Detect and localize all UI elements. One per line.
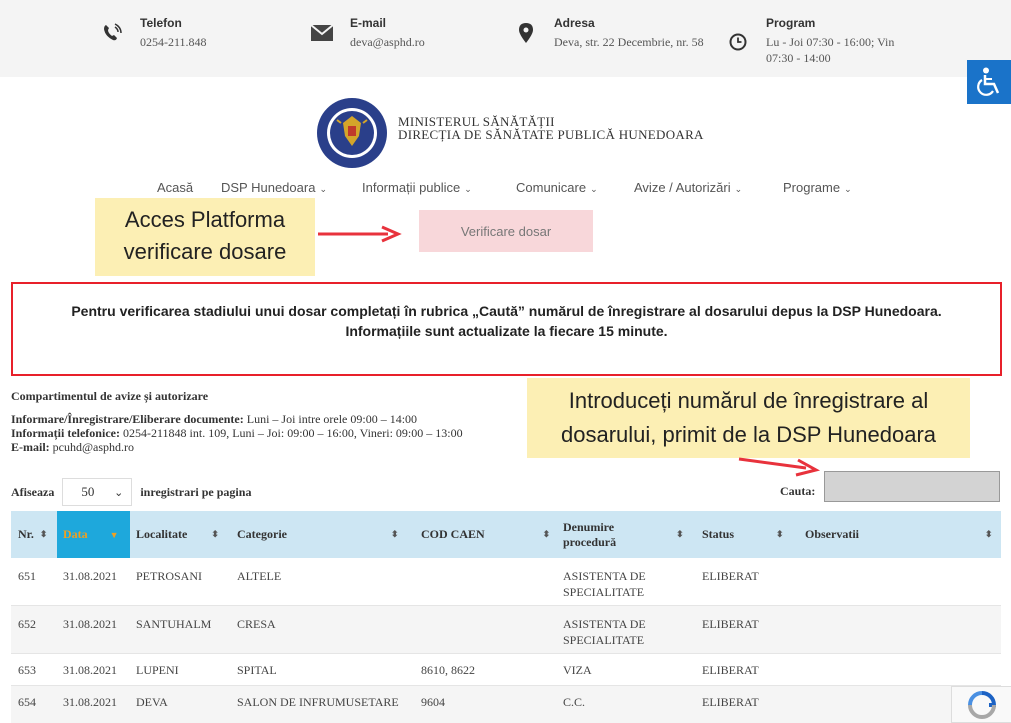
schedule-line2: 07:30 - 14:00 <box>766 51 831 65</box>
ministry-line2: DIRECȚIA DE SĂNĂTATE PUBLICĂ HUNEDOARA <box>398 127 704 142</box>
table-row[interactable]: 654 31.08.2021 DEVA SALON DE INFRUMUSETA… <box>11 686 1001 723</box>
sort-icon: ⬍ <box>542 529 551 539</box>
ministry-name: MINISTERUL SĂNĂTĂȚII DIRECȚIA DE SĂNĂTAT… <box>398 115 704 141</box>
schedule-title: Program <box>766 16 816 30</box>
nav-item-dsp-hunedoara[interactable]: DSP Hunedoara ⌄ <box>221 180 327 195</box>
arrow-right-icon <box>318 225 402 243</box>
contact-schedule: Program Lu - Joi 07:30 - 16:00; Vin 07:3… <box>724 16 894 66</box>
schedule-line1: Lu - Joi 07:30 - 16:00; Vin <box>766 35 895 49</box>
table-row[interactable]: 652 31.08.2021 SANTUHALM CRESA ASISTENTA… <box>11 606 1001 654</box>
address-value: Deva, str. 22 Decembrie, nr. 58 <box>554 35 704 49</box>
search-label: Cauta: <box>780 484 816 498</box>
callout-enter-number: Introduceți numărul de înregistrare al d… <box>527 378 970 458</box>
sort-icon: ⬍ <box>776 529 784 539</box>
th-data[interactable]: Data ▼ <box>57 511 130 558</box>
table-header: Nr. ⬍ Data ▼ Localitate ⬍ Categorie ⬍ COD CA… <box>11 511 1001 558</box>
chevron-down-icon: ⌄ <box>114 486 124 499</box>
search-input[interactable] <box>824 471 1000 502</box>
section-title: Compartimentul de avize și autorizare <box>11 389 209 403</box>
notice-box: Pentru verificarea stadiului unui dosar … <box>11 282 1002 376</box>
email-value[interactable]: deva@asphd.ro <box>350 34 425 50</box>
notice-line1: Pentru verificarea stadiului unui dosar … <box>71 303 942 319</box>
chevron-down-icon: ⌄ <box>319 184 327 194</box>
notice-line2: Informațiile sunt actualizate la fiecare… <box>345 323 668 339</box>
contact-bar: Telefon 0254-211.848 E-mail deva@asphd.r… <box>0 0 1011 77</box>
contact-email: E-mail deva@asphd.ro <box>308 16 425 50</box>
sort-icon: ⬍ <box>39 529 48 539</box>
chevron-down-icon: ⌄ <box>844 184 852 194</box>
contact-phone: Telefon 0254-211.848 <box>98 16 207 50</box>
accessibility-button[interactable] <box>967 60 1011 104</box>
wheelchair-icon <box>977 67 1000 96</box>
table-row[interactable]: 651 31.08.2021 PETROSANI ALTELE ASISTENT… <box>11 558 1001 606</box>
sort-icon: ⬍ <box>676 529 684 539</box>
th-denumire-procedura[interactable]: Denumire procedură ⬍ <box>563 511 684 558</box>
table-row[interactable]: 653 31.08.2021 LUPENI SPITAL 8610, 8622 … <box>11 654 1001 686</box>
chevron-down-icon: ⌄ <box>464 184 472 194</box>
th-categorie[interactable]: Categorie ⬍ <box>237 511 399 558</box>
sort-desc-icon: ▼ <box>109 529 119 540</box>
sort-icon: ⬍ <box>211 529 219 539</box>
th-localitate[interactable]: Localitate ⬍ <box>136 511 219 558</box>
nav-item-avize-autorizari[interactable]: Avize / Autorizări ⌄ <box>634 180 742 195</box>
contact-address: Adresa Deva, str. 22 Decembrie, nr. 58 <box>512 16 704 50</box>
section-info: Informare/Înregistrare/Eliberare documen… <box>11 412 463 454</box>
government-logo[interactable] <box>315 96 389 170</box>
sort-icon: ⬍ <box>985 529 993 539</box>
chevron-down-icon: ⌄ <box>590 184 598 194</box>
callout-access-platform: Acces Platforma verificare dosare <box>95 198 315 276</box>
recaptcha-badge[interactable] <box>951 686 1011 723</box>
nav-item-programe[interactable]: Programe ⌄ <box>783 180 852 195</box>
sort-icon: ⬍ <box>390 529 399 539</box>
phone-title: Telefon <box>140 16 182 30</box>
verificare-dosar-button[interactable]: Verificare dosar <box>419 210 593 252</box>
nav-item-informatii-publice[interactable]: Informații publice ⌄ <box>362 180 472 195</box>
address-title: Adresa <box>554 16 595 30</box>
th-status[interactable]: Status ⬍ <box>702 511 784 558</box>
email-title: E-mail <box>350 16 387 30</box>
recaptcha-icon <box>967 690 996 719</box>
page-size-control: Afiseaza 50 ⌄ inregistrari pe pagina <box>11 478 251 506</box>
th-observatii[interactable]: Observatii ⬍ <box>805 511 993 558</box>
envelope-icon <box>308 19 336 47</box>
clock-icon <box>724 28 752 56</box>
chevron-down-icon: ⌄ <box>734 184 743 194</box>
phone-icon <box>98 19 126 47</box>
map-pin-icon <box>512 19 540 47</box>
nav-item-comunicare[interactable]: Comunicare ⌄ <box>516 180 598 195</box>
th-cod-caen[interactable]: COD CAEN ⬍ <box>421 511 550 558</box>
page-size-select[interactable]: 50 ⌄ <box>62 478 133 506</box>
th-nr[interactable]: Nr. ⬍ <box>18 511 47 558</box>
nav-item-acasa[interactable]: Acasă <box>157 180 193 195</box>
phone-value[interactable]: 0254-211.848 <box>140 34 207 50</box>
arrow-right-icon <box>738 457 821 477</box>
